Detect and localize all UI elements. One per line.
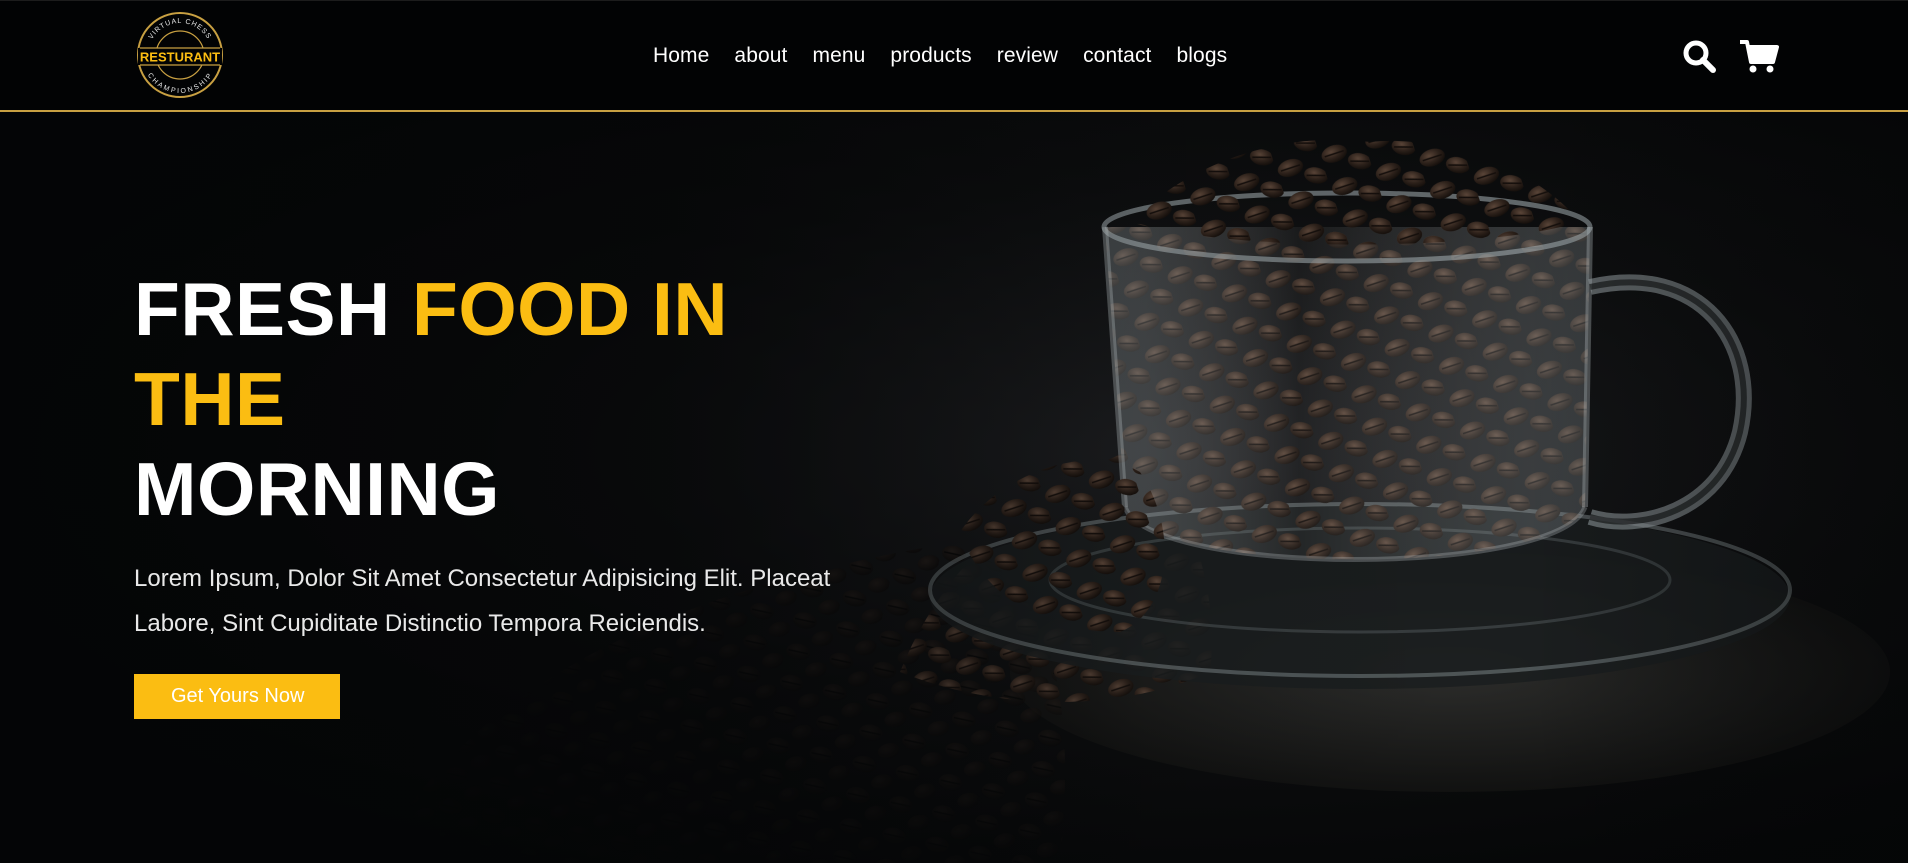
main-nav: Home about menu products review contact … xyxy=(653,44,1252,68)
page: VIRTUAL CHESS CHAMPIONSHIP RESTURANT Hom… xyxy=(0,0,1908,863)
nav-blogs[interactable]: blogs xyxy=(1177,44,1228,68)
nav-menu[interactable]: menu xyxy=(812,44,865,68)
header-icons xyxy=(1681,38,1779,74)
brand-logo[interactable]: VIRTUAL CHESS CHAMPIONSHIP RESTURANT xyxy=(134,11,226,99)
hero-content: FRESH FOOD IN THE MORNING Lorem Ipsum, D… xyxy=(134,264,854,719)
hero-section: FRESH FOOD IN THE MORNING Lorem Ipsum, D… xyxy=(0,112,1908,863)
logo-ring-top-text: VIRTUAL CHESS xyxy=(148,18,212,41)
hero-title: FRESH FOOD IN THE MORNING xyxy=(134,264,854,534)
nav-contact[interactable]: contact xyxy=(1083,44,1151,68)
nav-home[interactable]: Home xyxy=(653,44,709,68)
nav-products[interactable]: products xyxy=(890,44,971,68)
hero-title-part2: MORNING xyxy=(134,447,500,531)
cart-icon[interactable] xyxy=(1739,38,1779,74)
nav-about[interactable]: about xyxy=(734,44,787,68)
search-icon[interactable] xyxy=(1681,38,1717,74)
site-header: VIRTUAL CHESS CHAMPIONSHIP RESTURANT Hom… xyxy=(0,0,1908,112)
svg-text:VIRTUAL CHESS: VIRTUAL CHESS xyxy=(148,18,213,41)
hero-title-part1: FRESH xyxy=(134,267,413,351)
logo-ring-bottom-text: CHAMPIONSHIP xyxy=(146,72,213,95)
nav-review[interactable]: review xyxy=(997,44,1058,68)
svg-text:CHAMPIONSHIP: CHAMPIONSHIP xyxy=(146,72,214,95)
get-yours-now-button[interactable]: Get Yours Now xyxy=(134,674,341,719)
logo-wordmark: RESTURANT xyxy=(140,50,220,65)
hero-description: Lorem Ipsum, Dolor Sit Amet Consectetur … xyxy=(134,565,831,637)
